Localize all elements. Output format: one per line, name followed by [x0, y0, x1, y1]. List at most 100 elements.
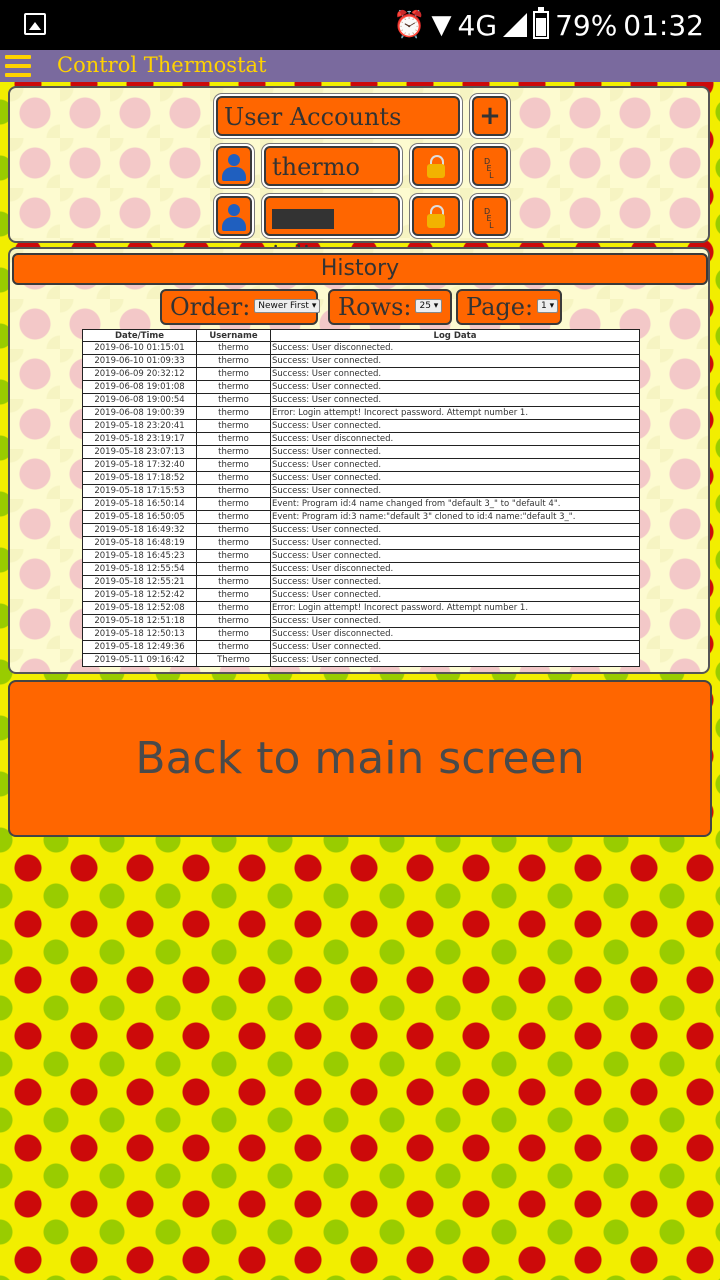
- cell-datetime: 2019-06-08 19:00:54: [82, 393, 197, 407]
- table-row: 2019-06-08 19:01:08 thermo Success: User c…: [82, 380, 640, 394]
- table-row: 2019-05-18 16:45:23 thermo Success: User c…: [82, 549, 640, 563]
- battery-icon: [533, 7, 550, 39]
- cell-logdata: Success: User disconnected.: [270, 432, 640, 446]
- cell-datetime: 2019-05-18 23:07:13: [82, 445, 197, 459]
- cell-datetime: 2019-05-18 23:19:17: [82, 432, 197, 446]
- cell-datetime: 2019-05-18 16:49:32: [82, 523, 197, 537]
- table-row: 2019-05-18 12:51:18 thermo Success: User c…: [82, 614, 640, 628]
- table-row: 2019-05-18 23:20:41 thermo Success: User c…: [82, 419, 640, 433]
- page-select[interactable]: 1 ▾: [537, 298, 559, 313]
- cell-username: thermo: [196, 549, 271, 563]
- table-row: 2019-06-08 19:00:39 thermo Error: Login at…: [82, 406, 640, 420]
- cell-datetime: 2019-05-18 16:45:23: [82, 549, 197, 563]
- rows-label: Rows:: [338, 293, 412, 321]
- cell-logdata: Success: User connected.: [270, 419, 640, 433]
- user-icon: [220, 204, 248, 232]
- cell-logdata: Success: User connected.: [270, 588, 640, 602]
- table-row: 2019-05-18 17:18:52 thermo Success: User c…: [82, 471, 640, 485]
- table-row: 2019-05-18 12:50:13 thermo Success: User d…: [82, 627, 640, 641]
- order-select[interactable]: Newer First ▾: [254, 298, 321, 313]
- history-table: Date/Time Username Log Data 2019-06-10 0…: [82, 329, 640, 667]
- cell-username: thermo: [196, 354, 271, 368]
- cell-username: thermo: [196, 484, 271, 498]
- cell-username: thermo: [196, 341, 271, 355]
- cell-username: thermo: [196, 393, 271, 407]
- cell-username: thermo: [196, 627, 271, 641]
- image-notification-icon: [24, 13, 46, 35]
- table-row: 2019-06-09 20:32:12 thermo Success: User c…: [82, 367, 640, 381]
- rows-control[interactable]: Rows: 25 ▾: [328, 289, 452, 325]
- page-control[interactable]: Page: 1 ▾: [456, 289, 562, 325]
- cell-username: thermo: [196, 562, 271, 576]
- column-header-datetime: Date/Time: [82, 329, 197, 342]
- cell-datetime: 2019-05-18 17:15:53: [82, 484, 197, 498]
- user-icon-button-2[interactable]: [216, 196, 252, 236]
- cell-logdata: Success: User connected.: [270, 445, 640, 459]
- cell-datetime: 2019-06-08 19:01:08: [82, 380, 197, 394]
- user-icon-button-1[interactable]: [216, 146, 252, 186]
- clock: 01:32: [623, 8, 704, 42]
- cell-datetime: 2019-05-18 12:55:21: [82, 575, 197, 589]
- status-right: ⏰ ▼ 4G 79% 01:32: [393, 6, 704, 44]
- table-row: 2019-05-11 09:16:42 Thermo Success: User c…: [82, 653, 640, 667]
- table-row: 2019-05-18 12:49:36 thermo Success: User c…: [82, 640, 640, 654]
- cell-logdata: Success: User connected.: [270, 536, 640, 550]
- table-row: 2019-05-18 16:49:32 thermo Success: User c…: [82, 523, 640, 537]
- cell-logdata: Success: User connected.: [270, 484, 640, 498]
- delete-label: D E L: [484, 207, 494, 230]
- cell-datetime: 2019-05-18 16:50:14: [82, 497, 197, 511]
- cell-username: Thermo: [196, 653, 271, 667]
- cell-datetime: 2019-05-18 12:52:42: [82, 588, 197, 602]
- wifi-icon: ▼: [431, 10, 452, 40]
- history-table-body: 2019-06-10 01:15:01 thermo Success: User d…: [82, 341, 640, 667]
- table-row: 2019-05-18 17:32:40 thermo Success: User c…: [82, 458, 640, 472]
- table-row: 2019-05-18 23:07:13 thermo Success: User c…: [82, 445, 640, 459]
- cell-logdata: Event: Program id:3 name:"default 3" clo…: [270, 510, 640, 524]
- cell-datetime: 2019-05-18 17:18:52: [82, 471, 197, 485]
- redacted-block: [272, 208, 334, 229]
- cell-username: thermo: [196, 536, 271, 550]
- user-name-2-field[interactable]: iulian: [264, 196, 400, 269]
- lock-icon: [427, 205, 445, 229]
- table-row: 2019-05-18 16:50:05 thermo Event: Program …: [82, 510, 640, 524]
- status-bar: ⏰ ▼ 4G 79% 01:32: [0, 0, 720, 50]
- user-password-button-2[interactable]: [412, 196, 460, 236]
- cell-logdata: Success: User connected.: [270, 354, 640, 368]
- table-row: 2019-06-10 01:09:33 thermo Success: User c…: [82, 354, 640, 368]
- table-row: 2019-06-10 01:15:01 thermo Success: User d…: [82, 341, 640, 355]
- alarm-icon: ⏰: [393, 10, 426, 40]
- rows-select[interactable]: 25 ▾: [415, 298, 443, 313]
- cell-logdata: Success: User connected.: [270, 653, 640, 667]
- cell-username: thermo: [196, 523, 271, 537]
- order-control[interactable]: Order: Newer First ▾: [160, 289, 321, 325]
- user-password-button-1[interactable]: [412, 146, 460, 186]
- cell-datetime: 2019-05-18 12:55:54: [82, 562, 197, 576]
- menu-icon[interactable]: [5, 55, 31, 77]
- back-to-main-button[interactable]: Back to main screen: [8, 680, 712, 837]
- cell-logdata: Success: User disconnected.: [270, 562, 640, 576]
- cell-logdata: Success: User connected.: [270, 614, 640, 628]
- column-header-logdata: Log Data: [270, 329, 640, 342]
- add-user-button[interactable]: +: [472, 96, 508, 136]
- cell-datetime: 2019-05-18 12:51:18: [82, 614, 197, 628]
- user-delete-button-2[interactable]: D E L: [472, 196, 508, 236]
- cell-datetime: 2019-05-18 17:32:40: [82, 458, 197, 472]
- cell-username: thermo: [196, 575, 271, 589]
- cell-logdata: Success: User connected.: [270, 640, 640, 654]
- cell-logdata: Event: Program id:4 name changed from "d…: [270, 497, 640, 511]
- cell-datetime: 2019-05-18 16:50:05: [82, 510, 197, 524]
- user-name-1[interactable]: thermo: [264, 146, 400, 186]
- history-title: History: [12, 253, 708, 285]
- lock-icon: [427, 155, 445, 179]
- cell-username: thermo: [196, 510, 271, 524]
- user-delete-button-1[interactable]: D E L: [472, 146, 508, 186]
- cell-logdata: Success: User connected.: [270, 523, 640, 537]
- app-bar: Control Thermostat: [0, 50, 720, 82]
- table-row: 2019-05-18 12:55:54 thermo Success: User d…: [82, 562, 640, 576]
- cell-username: thermo: [196, 497, 271, 511]
- cell-datetime: 2019-06-10 01:09:33: [82, 354, 197, 368]
- cell-username: thermo: [196, 380, 271, 394]
- table-row: 2019-05-18 17:15:53 thermo Success: User c…: [82, 484, 640, 498]
- cell-datetime: 2019-05-18 16:48:19: [82, 536, 197, 550]
- signal-icon: [503, 13, 528, 37]
